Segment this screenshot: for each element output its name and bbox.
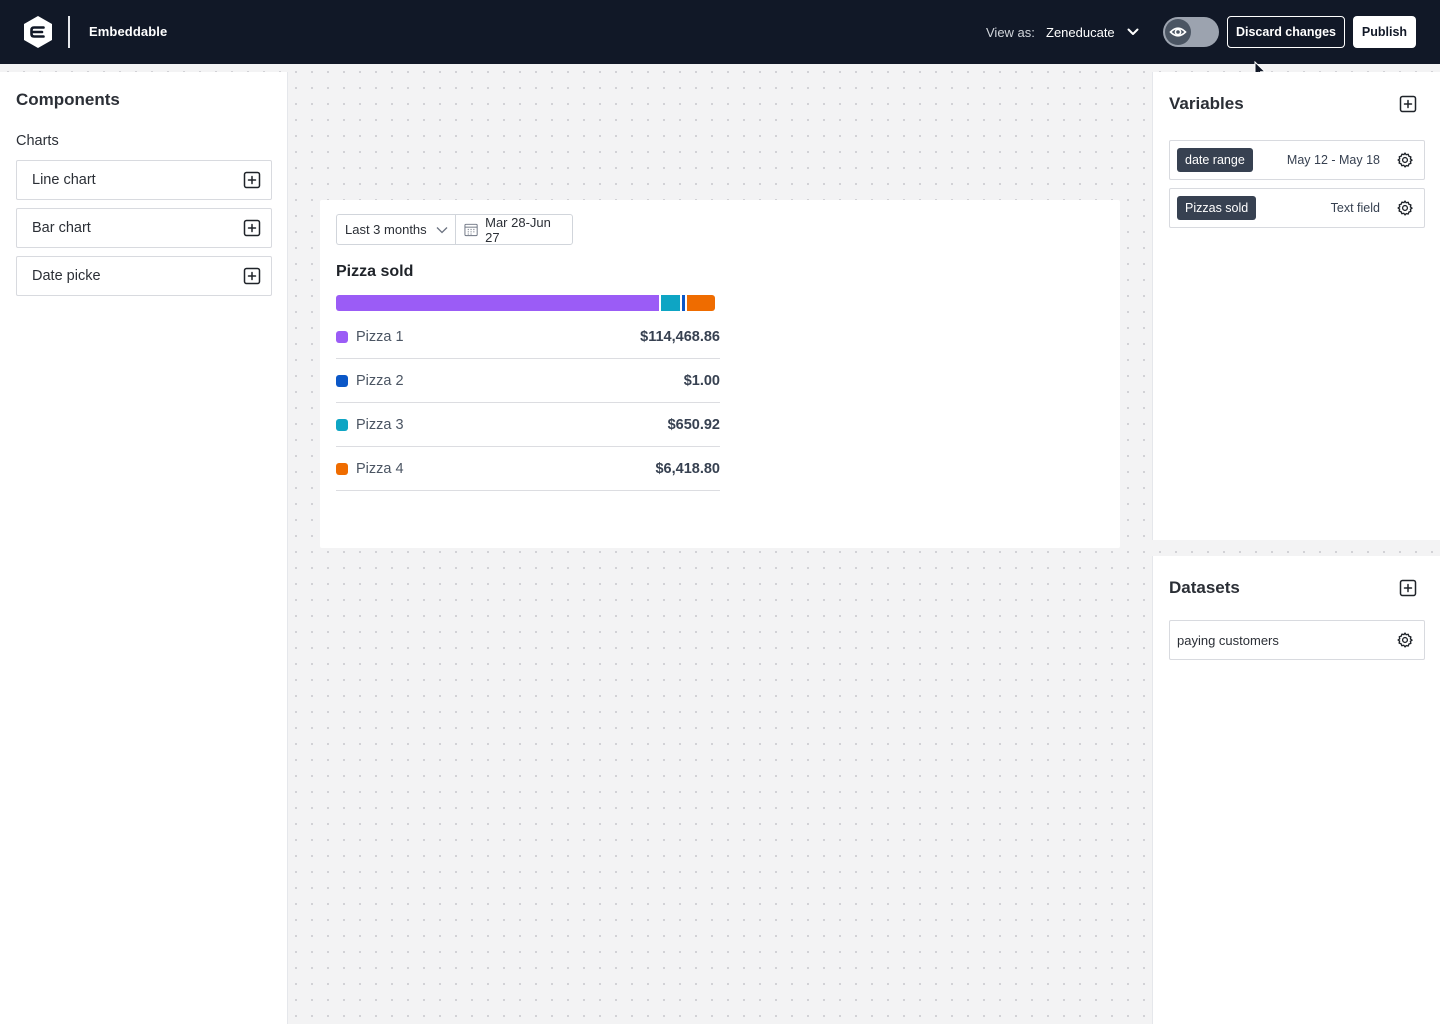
component-line-chart[interactable]: Line chart	[16, 160, 272, 200]
charts-section-label: Charts	[16, 133, 59, 149]
variables-panel: Variables date range May 12 - May 18 Piz…	[1152, 72, 1440, 540]
range-preset-value: Last 3 months	[345, 222, 427, 237]
legend-label-group: Pizza 4	[336, 461, 404, 477]
eye-icon	[1169, 27, 1187, 37]
datasets-title: Datasets	[1169, 578, 1240, 597]
bar-segment-pizza-3[interactable]	[661, 295, 680, 311]
date-range-value: Mar 28-Jun 27	[485, 214, 551, 245]
bar-segment-pizza-1[interactable]	[336, 295, 659, 311]
date-picker-button[interactable]: Mar 28-Jun 27	[455, 214, 573, 245]
legend-swatch	[336, 418, 348, 431]
app-name: Embeddable	[89, 24, 168, 39]
variable-tag[interactable]: Pizzas sold	[1177, 196, 1257, 220]
variable-row[interactable]: date range May 12 - May 18	[1169, 140, 1425, 180]
component-label: Line chart	[32, 172, 96, 188]
add-variable-icon[interactable]	[1399, 95, 1417, 113]
legend-value: $1.00	[683, 372, 720, 389]
component-bar-chart[interactable]: Bar chart	[16, 208, 272, 248]
variable-row[interactable]: Pizzas sold Text field	[1169, 188, 1425, 228]
component-date-picker[interactable]: Date picke	[16, 256, 272, 296]
dataset-row[interactable]: paying customers	[1169, 620, 1425, 660]
legend-swatch	[336, 462, 348, 475]
calendar-icon	[464, 223, 478, 237]
legend-label-group: Pizza 1	[336, 329, 404, 345]
legend-value: $6,418.80	[655, 460, 720, 477]
components-panel: Components Charts Line chart Bar chart D…	[0, 72, 288, 1024]
variable-value: Text field	[1330, 201, 1380, 215]
preview-toggle[interactable]	[1163, 17, 1219, 47]
view-as-label: View as:	[986, 25, 1035, 40]
components-title: Components	[16, 90, 120, 109]
bar-segment-pizza-2[interactable]	[682, 295, 685, 311]
add-square-icon[interactable]	[243, 219, 261, 237]
legend-name: Pizza 3	[356, 416, 404, 433]
add-square-icon[interactable]	[243, 171, 261, 189]
gear-icon[interactable]	[1396, 199, 1414, 217]
add-square-icon[interactable]	[243, 267, 261, 285]
legend-swatch	[336, 374, 348, 387]
bar-segment-pizza-4[interactable]	[687, 295, 715, 311]
datasets-panel: Datasets paying customers	[1152, 556, 1440, 1024]
legend-name: Pizza 2	[356, 372, 404, 389]
variable-tag[interactable]: date range	[1177, 148, 1253, 172]
legend-row[interactable]: Pizza 2 $1.00	[336, 359, 720, 403]
variable-value: May 12 - May 18	[1286, 153, 1380, 167]
top-bar: Embeddable View as: Zeneducate Discard c…	[0, 0, 1440, 64]
gear-icon[interactable]	[1396, 631, 1414, 649]
embeddable-logo-icon[interactable]	[22, 15, 54, 49]
legend-row[interactable]: Pizza 3 $650.92	[336, 403, 720, 447]
legend-value: $114,468.86	[640, 328, 720, 345]
legend-label-group: Pizza 2	[336, 373, 404, 389]
component-label: Bar chart	[32, 220, 91, 236]
add-dataset-icon[interactable]	[1399, 579, 1417, 597]
discard-changes-button[interactable]: Discard changes	[1227, 16, 1345, 48]
gear-icon[interactable]	[1396, 151, 1414, 169]
view-as-dropdown[interactable]: Zeneducate	[1046, 18, 1139, 46]
widget-title: Pizza sold	[336, 263, 414, 280]
publish-button[interactable]: Publish	[1353, 16, 1416, 48]
toggle-knob	[1165, 19, 1191, 45]
variables-title: Variables	[1169, 94, 1244, 113]
chevron-down-icon	[436, 226, 448, 233]
legend-name: Pizza 4	[356, 460, 404, 477]
logo-divider	[68, 16, 70, 48]
view-as-value: Zeneducate	[1046, 24, 1115, 40]
chevron-down-icon	[1127, 28, 1139, 35]
dataset-name[interactable]: paying customers	[1177, 633, 1279, 648]
legend-value: $650.92	[667, 416, 720, 433]
legend-swatch	[336, 330, 348, 343]
component-label: Date picke	[32, 268, 101, 284]
legend-name: Pizza 1	[356, 328, 404, 345]
legend-row[interactable]: Pizza 1 $114,468.86	[336, 315, 720, 359]
legend-label-group: Pizza 3	[336, 417, 404, 433]
stacked-bar	[336, 295, 720, 311]
date-range-preset-dropdown[interactable]: Last 3 months	[336, 214, 456, 245]
pizza-sold-widget[interactable]: Last 3 months Mar 28-Jun 27 Pizza sold P…	[320, 200, 1120, 548]
legend-row[interactable]: Pizza 4 $6,418.80	[336, 447, 720, 491]
